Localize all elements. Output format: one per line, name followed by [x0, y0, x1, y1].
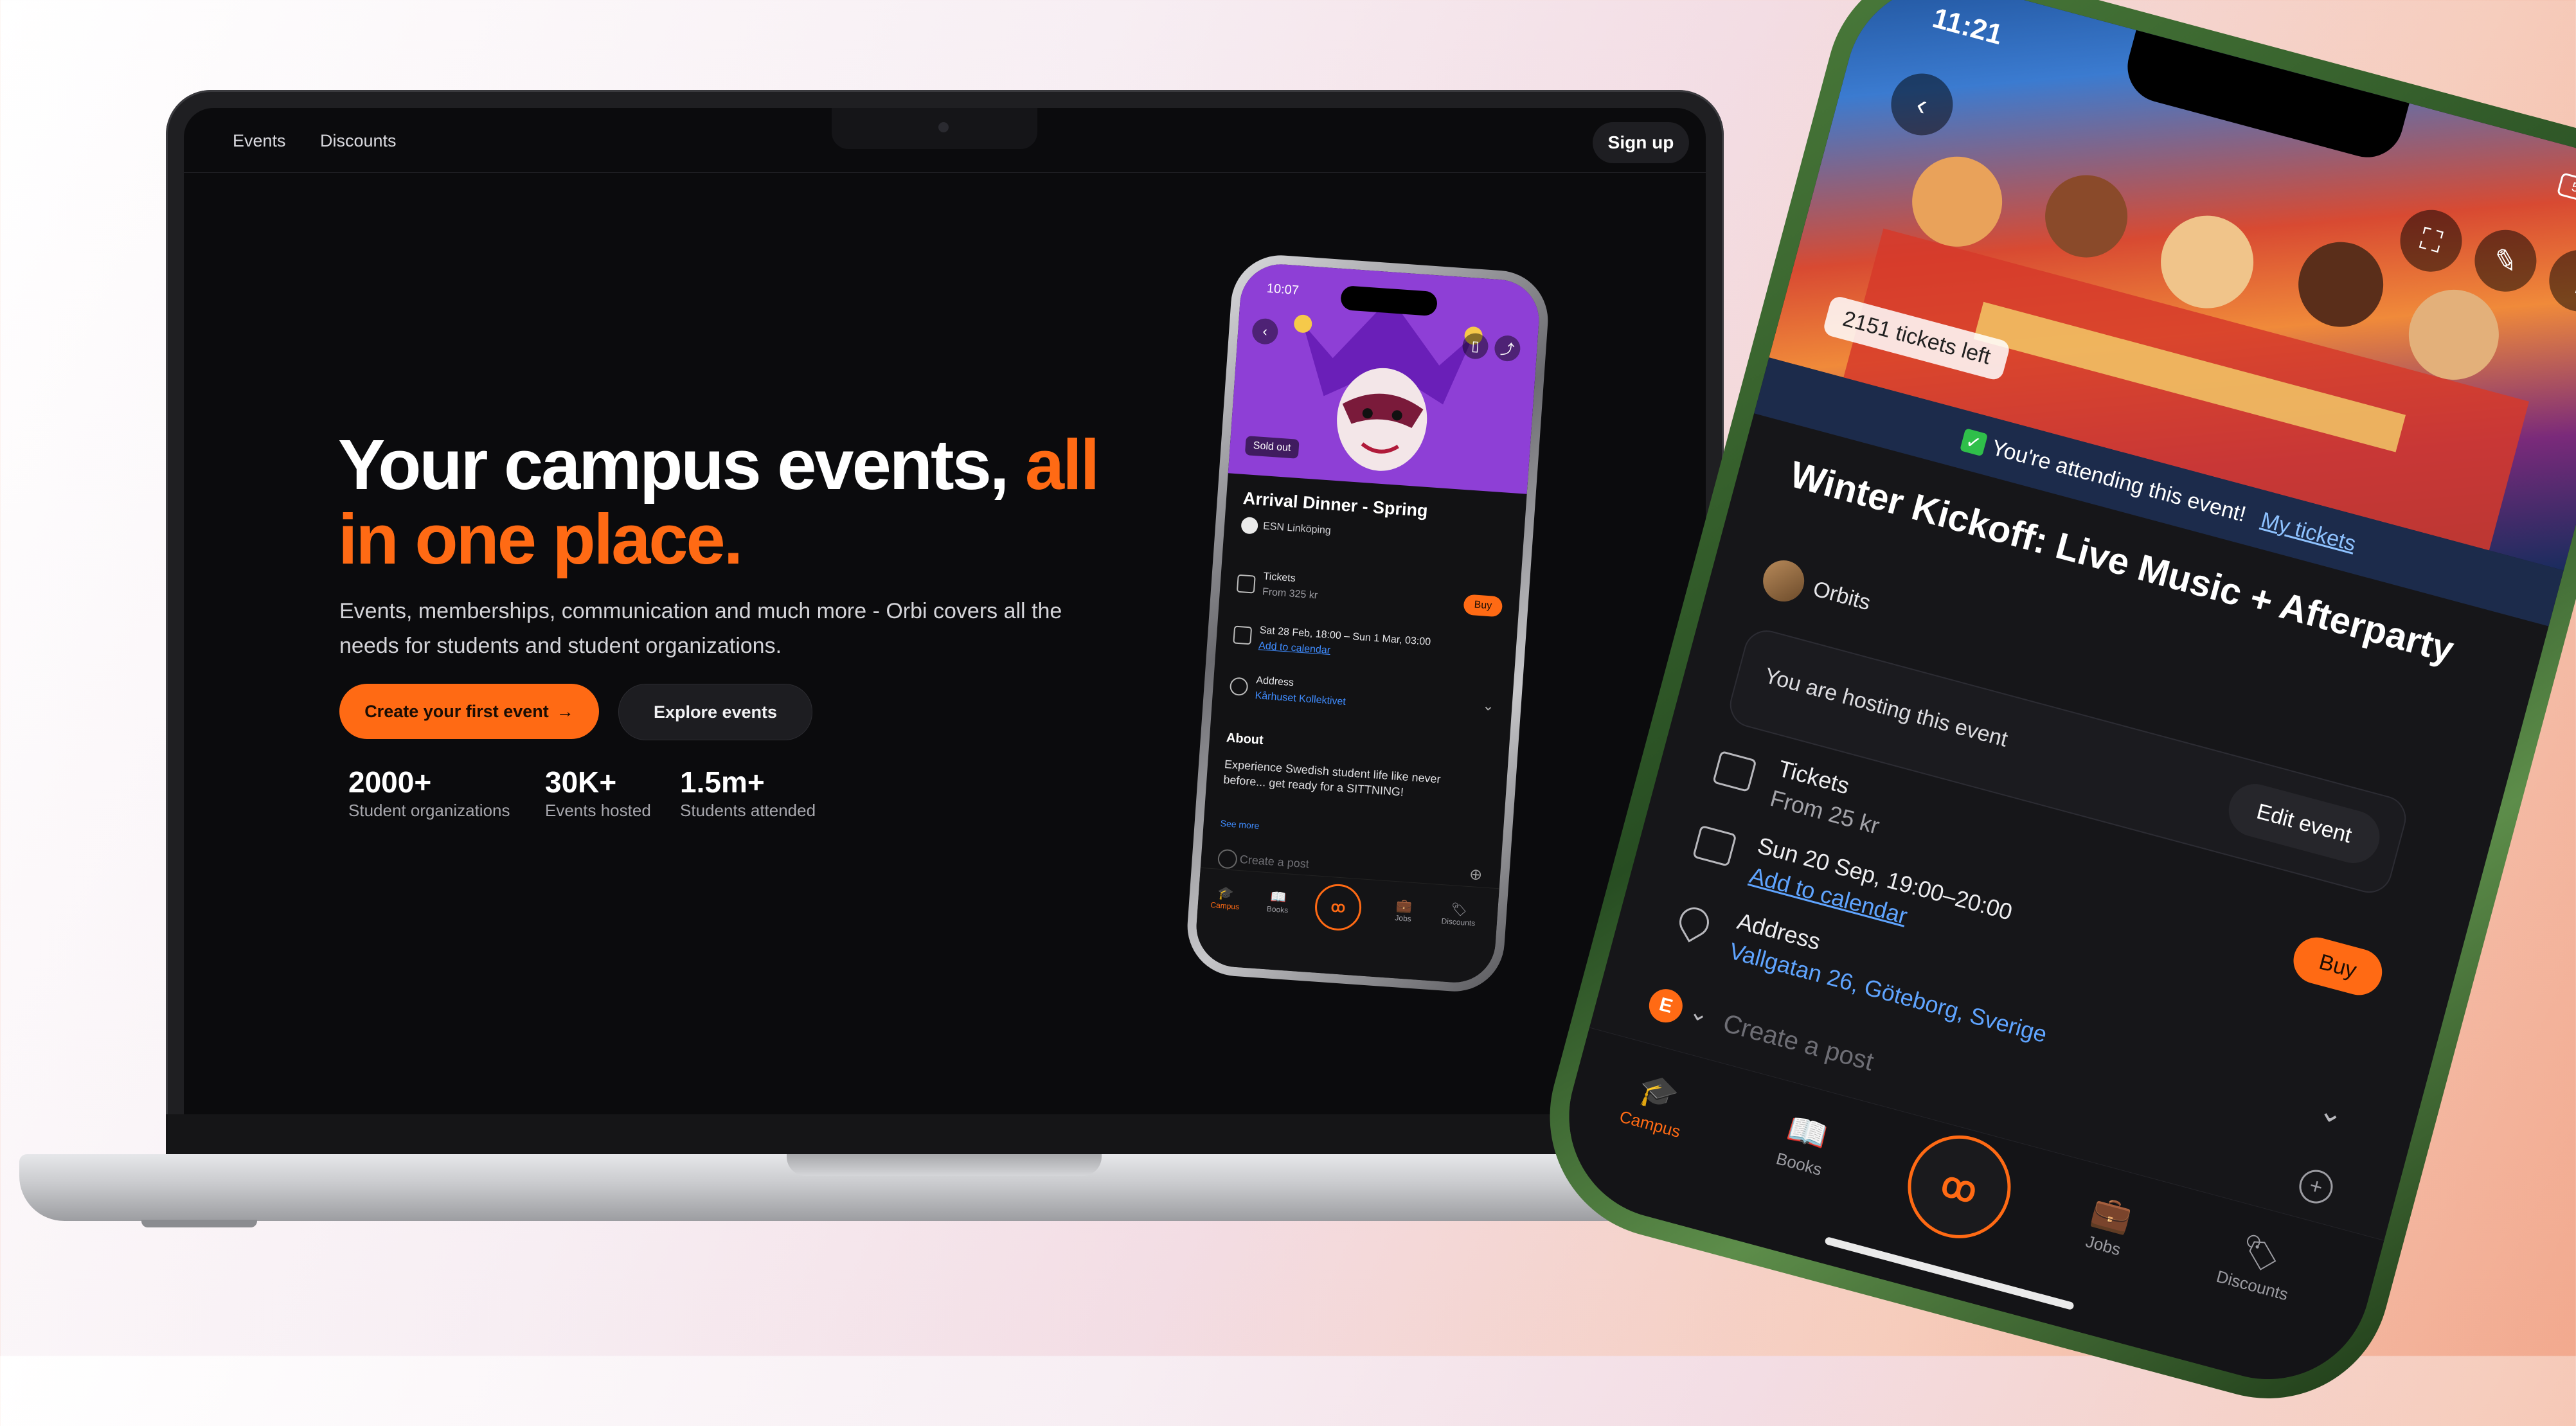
laptop-foot — [141, 1220, 257, 1227]
create-post-input[interactable]: Create a post — [1720, 1009, 1876, 1077]
laptop-chin — [166, 1114, 1724, 1158]
preview-phone: 10:07 ‹ ▯ ⤴ Sold out Arrival Dinner - Sp… — [1184, 252, 1552, 995]
sold-out-badge: Sold out — [1244, 436, 1300, 459]
tab-bar: 🎓 Campus 📖 Books ꝏ 💼 Jobs 🏷 Discounts — [1194, 867, 1499, 985]
briefcase-icon: 💼 — [2088, 1191, 2136, 1236]
stat-events: 30K+ Events hosted — [545, 765, 651, 821]
laptop-groove — [787, 1154, 1102, 1176]
tab-jobs[interactable]: 💼 Jobs — [1384, 896, 1424, 924]
stat-organizations: 2000+ Student organizations — [348, 765, 510, 821]
arrow-right-icon: → — [556, 701, 574, 721]
add-to-calendar-link[interactable]: Add to calendar — [1258, 640, 1331, 657]
tab-campus[interactable]: 🎓 Campus — [1604, 1063, 1707, 1146]
buy-button[interactable]: Buy — [1463, 594, 1503, 618]
camera-icon — [938, 122, 949, 132]
about-heading: About — [1226, 731, 1264, 748]
ticket-icon — [1712, 750, 1757, 792]
stat-value: 30K+ — [545, 765, 617, 799]
tab-books[interactable]: 📖 Books — [1258, 887, 1298, 915]
avatar — [1217, 848, 1238, 869]
add-icon[interactable]: ⊕ — [1469, 865, 1483, 884]
tab-books[interactable]: 📖 Books — [1753, 1103, 1856, 1186]
my-tickets-link[interactable]: My tickets — [2258, 507, 2359, 557]
hero-title-main: Your campus events, — [338, 425, 1025, 504]
see-more-link[interactable]: See more — [1220, 818, 1260, 831]
tab-jobs[interactable]: 💼 Jobs — [2057, 1184, 2160, 1267]
chevron-down-icon[interactable]: ⌄ — [1482, 697, 1495, 715]
stat-label: Student organizations — [348, 801, 510, 820]
ticket-icon — [1236, 574, 1256, 594]
org-name[interactable]: ESN Linköping — [1262, 521, 1332, 537]
tickets-label: Tickets — [1263, 571, 1296, 584]
signup-button[interactable]: Sign up — [1593, 122, 1689, 163]
book-icon: 📖 — [1784, 1109, 1832, 1155]
laptop-notch — [832, 108, 1037, 149]
create-post-input[interactable]: Create a post — [1239, 853, 1309, 871]
org-avatar — [1758, 555, 1809, 607]
stat-label: Students attended — [680, 801, 816, 820]
buy-button[interactable]: Buy — [2288, 932, 2388, 1001]
stat-value: 2000+ — [348, 765, 432, 799]
orbi-logo-button[interactable]: ꝏ — [1896, 1123, 2023, 1250]
preview-phone-screen: 10:07 ‹ ▯ ⤴ Sold out Arrival Dinner - Sp… — [1194, 262, 1542, 985]
org-avatar — [1240, 516, 1259, 535]
location-icon — [1674, 902, 1715, 943]
address-value[interactable]: Kårhuset Kollektivet — [1255, 690, 1346, 708]
location-icon — [1229, 677, 1249, 697]
status-time: 10:07 — [1266, 281, 1300, 298]
check-icon: ✓ — [1959, 428, 1988, 457]
orbi-logo-button[interactable]: ꝏ — [1313, 882, 1363, 932]
tab-discounts[interactable]: 🏷 Discounts — [1438, 900, 1479, 928]
org-name[interactable]: Orbits — [1811, 576, 1873, 616]
stat-label: Events hosted — [545, 801, 651, 820]
explore-events-button[interactable]: Explore events — [618, 684, 812, 740]
nav-events-link[interactable]: Events — [233, 131, 286, 151]
hero-title: Your campus events, all in one place. — [338, 428, 1174, 577]
nav-discounts-link[interactable]: Discounts — [320, 131, 397, 151]
edit-event-button[interactable]: Edit event — [2223, 778, 2386, 869]
laptop-screen: Events Discounts Sign up Your campus eve… — [184, 108, 1706, 1114]
tab-discounts[interactable]: 🏷 Discounts — [2206, 1224, 2309, 1307]
tab-label: Campus — [1210, 900, 1240, 912]
address-label: Address — [1255, 675, 1294, 689]
tickets-price: From 325 kr — [1262, 586, 1318, 602]
add-icon[interactable]: + — [2295, 1166, 2337, 1208]
briefcase-icon: 💼 — [1395, 898, 1413, 914]
chevron-down-icon[interactable]: ⌄ — [2315, 1092, 2348, 1132]
tab-label: Jobs — [1394, 913, 1412, 923]
stat-students: 1.5m+ Students attended — [680, 765, 816, 821]
stat-value: 1.5m+ — [680, 765, 765, 799]
tab-bar: 🎓 Campus 📖 Books ꝏ 💼 Jobs 🏷 Discounts — [1546, 1027, 2384, 1402]
user-avatar[interactable]: E — [1645, 985, 1686, 1026]
hero-subtitle: Events, memberships, communication and m… — [339, 599, 1062, 658]
tab-label: Jobs — [2084, 1231, 2123, 1260]
book-icon: 📖 — [1269, 889, 1287, 905]
calendar-icon — [1233, 625, 1253, 645]
hosting-text: You are hosting this event — [1762, 663, 2010, 752]
chevron-down-icon[interactable]: ⌄ — [1686, 997, 1712, 1028]
create-event-label: Create your first event — [364, 701, 549, 721]
tab-campus[interactable]: 🎓 Campus — [1205, 884, 1246, 912]
tab-label: Books — [1266, 904, 1289, 915]
calendar-icon — [1692, 824, 1737, 867]
tab-label: Discounts — [1441, 916, 1476, 928]
event-title: Arrival Dinner - Spring — [1242, 488, 1429, 521]
create-event-button[interactable]: Create your first event → — [339, 684, 599, 739]
event-description: Experience Swedish student life like nev… — [1222, 758, 1442, 799]
